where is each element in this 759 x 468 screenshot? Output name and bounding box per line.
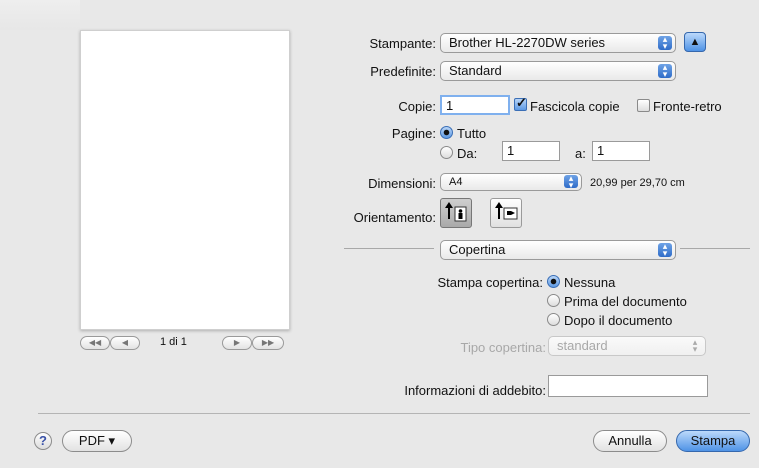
presets-label: Predefinite: [370, 64, 436, 79]
pages-from-field[interactable]: 1 [502, 141, 560, 161]
cover-after-radio[interactable] [547, 313, 560, 326]
page-counter: 1 di 1 [160, 336, 187, 348]
cover-print-label: Stampa copertina: [437, 275, 543, 290]
duplex-label: Fronte-retro [653, 99, 722, 114]
presets-value: Standard [449, 63, 502, 78]
print-button[interactable]: Stampa [676, 430, 750, 452]
section-value: Copertina [449, 242, 506, 257]
chevron-up-down-icon: ▴ ▾ [658, 35, 672, 51]
cover-none-label: Nessuna [564, 275, 616, 290]
pages-to-field[interactable]: 1 [592, 141, 650, 161]
cover-type-select[interactable]: standard ▴ ▾ [548, 336, 706, 356]
portrait-orientation-button[interactable] [440, 198, 472, 228]
last-page-button[interactable]: ▶▶ [252, 336, 284, 350]
triangle-up-icon: ▲ [689, 36, 701, 48]
paper-size-label: Dimensioni: [368, 176, 436, 191]
first-page-button[interactable]: ◀◀ [80, 336, 110, 350]
help-button[interactable]: ? [34, 432, 52, 450]
landscape-icon [495, 202, 518, 220]
chevron-up-down-icon: ▴ ▾ [658, 242, 672, 258]
chevron-up-down-icon: ▴ ▾ [564, 174, 578, 190]
collate-checkbox[interactable] [514, 95, 527, 111]
footer-divider [38, 413, 750, 414]
chevron-up-down-icon: ▴ ▾ [692, 337, 698, 354]
printer-select[interactable]: Brother HL-2270DW series ▴ ▾ [440, 33, 676, 53]
prev-page-button[interactable]: ◀ [110, 336, 140, 350]
section-divider-left [344, 248, 434, 249]
billing-label: Informazioni di addebito: [404, 383, 546, 398]
pages-label: Pagine: [391, 126, 436, 141]
pages-all-label: Tutto [457, 126, 487, 141]
next-page-button[interactable]: ▶ [222, 336, 252, 350]
cancel-button[interactable]: Annulla [593, 430, 667, 452]
pages-from-label: Da: [457, 146, 478, 161]
collate-label: Fascicola copie [530, 99, 620, 114]
printer-value: Brother HL-2270DW series [449, 35, 606, 50]
pages-all-radio[interactable] [440, 126, 453, 139]
cover-type-value: standard [557, 338, 608, 353]
copies-label: Copie: [398, 99, 436, 114]
pdf-menu-button[interactable]: PDF ▾ [62, 430, 132, 452]
paper-dimensions: 20,99 per 29,70 cm [590, 177, 685, 189]
background-toolbar-ghost [0, 0, 80, 30]
orientation-label: Orientamento: [353, 210, 436, 225]
landscape-orientation-button[interactable] [490, 198, 522, 228]
page-preview [80, 30, 290, 330]
cover-type-label: Tipo copertina: [460, 340, 546, 355]
pages-from-radio[interactable] [440, 146, 453, 159]
portrait-icon [445, 202, 467, 222]
cover-after-label: Dopo il documento [564, 313, 673, 328]
chevron-up-down-icon: ▴ ▾ [658, 63, 672, 79]
disclosure-button[interactable]: ▲ [684, 32, 706, 52]
duplex-checkbox[interactable] [637, 99, 650, 112]
question-icon: ? [39, 433, 47, 448]
section-select[interactable]: Copertina ▴ ▾ [440, 240, 676, 260]
pages-to-label: a: [575, 146, 586, 161]
section-divider-right [680, 248, 750, 249]
billing-field[interactable] [548, 375, 708, 397]
cover-before-radio[interactable] [547, 294, 560, 307]
copies-field[interactable]: 1 [440, 95, 510, 115]
presets-select[interactable]: Standard ▴ ▾ [440, 61, 676, 81]
paper-size-value: A4 [449, 176, 463, 188]
cover-before-label: Prima del documento [564, 294, 687, 309]
cover-none-radio[interactable] [547, 275, 560, 288]
printer-label: Stampante: [369, 36, 437, 51]
paper-size-select[interactable]: A4 ▴ ▾ [440, 173, 582, 191]
